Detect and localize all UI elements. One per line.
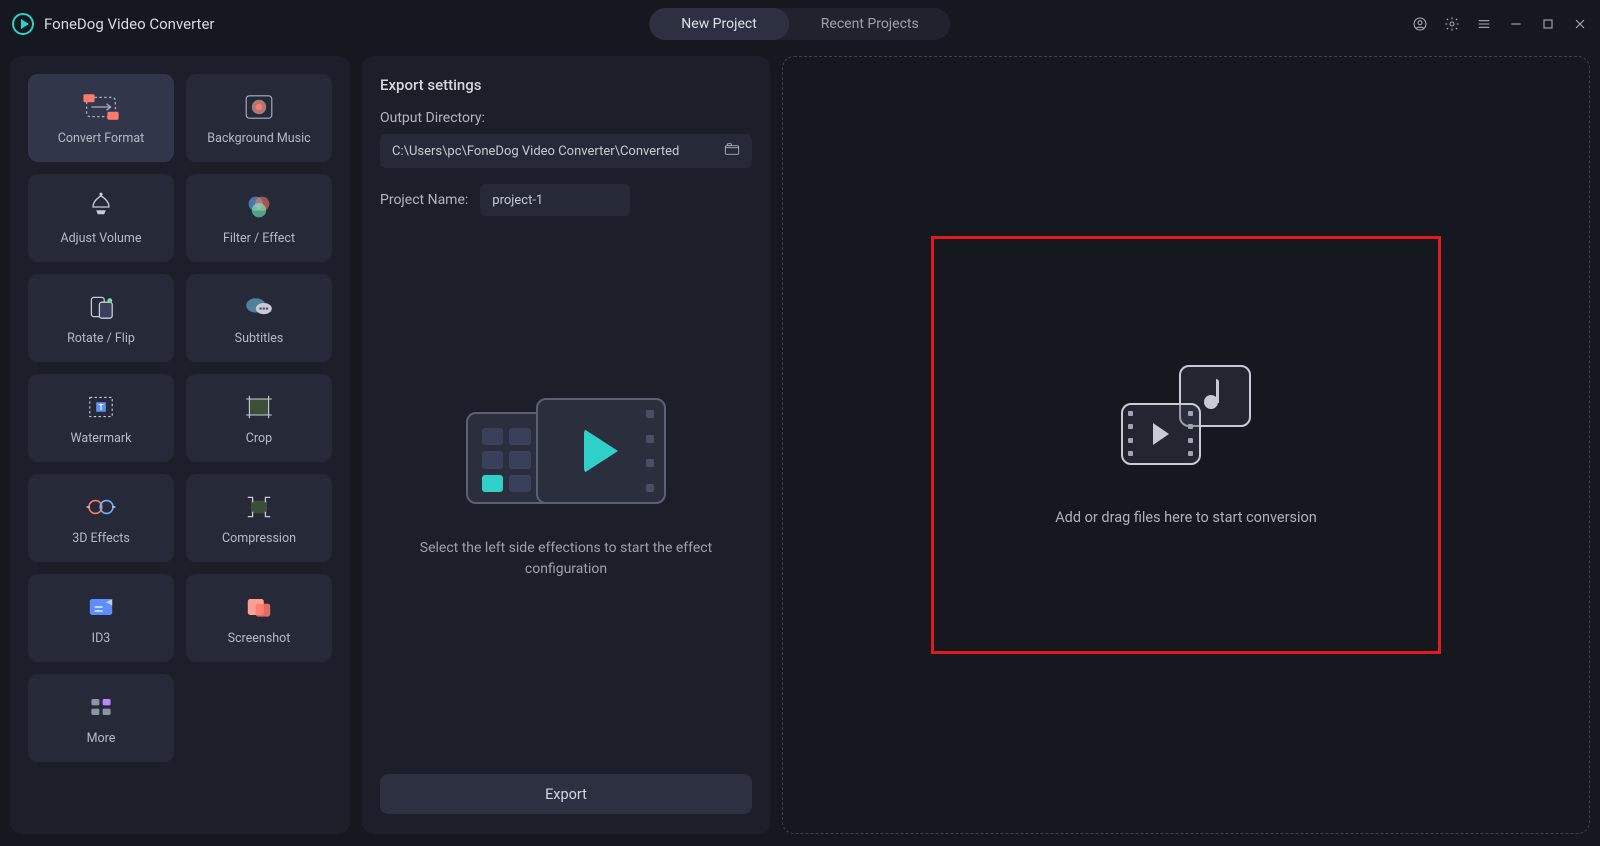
minimize-icon[interactable] (1508, 16, 1524, 32)
main-area: Convert Format Background Music Adjust V… (0, 48, 1600, 846)
filter-effect-icon (239, 191, 279, 223)
3d-effects-icon (81, 491, 121, 523)
convert-format-icon (81, 91, 121, 123)
tab-new-project[interactable]: New Project (649, 8, 789, 40)
tool-filter-effect[interactable]: Filter / Effect (186, 174, 332, 262)
watermark-icon: T (81, 391, 121, 423)
tool-label: Background Music (207, 131, 310, 146)
tool-id3[interactable]: ID3 (28, 574, 174, 662)
id3-icon (81, 591, 121, 623)
dropzone-illustration-icon (1121, 365, 1251, 465)
tool-label: ID3 (92, 631, 111, 646)
tool-adjust-volume[interactable]: Adjust Volume (28, 174, 174, 262)
tool-label: Crop (246, 431, 272, 446)
tool-label: Rotate / Flip (67, 331, 135, 346)
project-name-label: Project Name: (380, 192, 468, 208)
titlebar: FoneDog Video Converter New Project Rece… (0, 0, 1600, 48)
tool-label: 3D Effects (72, 531, 130, 546)
tool-compression[interactable]: Compression (186, 474, 332, 562)
tools-panel: Convert Format Background Music Adjust V… (10, 56, 350, 834)
rotate-flip-icon (81, 291, 121, 323)
preview-area: Select the left side effections to start… (380, 216, 752, 762)
account-icon[interactable] (1412, 16, 1428, 32)
crop-icon (239, 391, 279, 423)
tool-label: Subtitles (235, 331, 284, 346)
tool-watermark[interactable]: T Watermark (28, 374, 174, 462)
app-title: FoneDog Video Converter (44, 15, 214, 33)
screenshot-icon (239, 591, 279, 623)
settings-icon[interactable] (1444, 16, 1460, 32)
project-name-input[interactable] (480, 184, 630, 216)
tool-3d-effects[interactable]: 3D Effects (28, 474, 174, 562)
compression-icon (239, 491, 279, 523)
app-logo-icon (12, 13, 34, 35)
tool-subtitles[interactable]: Subtitles (186, 274, 332, 362)
tool-label: Adjust Volume (60, 231, 141, 246)
tool-convert-format[interactable]: Convert Format (28, 74, 174, 162)
tool-more[interactable]: More (28, 674, 174, 762)
top-tabs: New Project Recent Projects (649, 8, 950, 40)
tool-label: Filter / Effect (223, 231, 295, 246)
tab-recent-projects[interactable]: Recent Projects (789, 8, 951, 40)
subtitles-icon (239, 291, 279, 323)
tool-label: Watermark (71, 431, 132, 446)
dropzone-hint: Add or drag files here to start conversi… (1055, 509, 1317, 526)
export-panel: Export settings Output Directory: C:\Use… (362, 56, 770, 834)
dropzone-panel[interactable]: Add or drag files here to start conversi… (782, 56, 1590, 834)
output-directory-field[interactable]: C:\Users\pc\FoneDog Video Converter\Conv… (380, 134, 752, 168)
tool-rotate-flip[interactable]: Rotate / Flip (28, 274, 174, 362)
tool-label: Compression (222, 531, 296, 546)
browse-folder-icon[interactable] (724, 142, 740, 160)
adjust-volume-icon (81, 191, 121, 223)
tool-label: Screenshot (228, 631, 291, 646)
tool-crop[interactable]: Crop (186, 374, 332, 462)
preview-hint: Select the left side effections to start… (416, 538, 716, 580)
preview-illustration-icon (466, 398, 666, 518)
output-directory-label: Output Directory: (380, 110, 752, 126)
export-button[interactable]: Export (380, 774, 752, 814)
output-directory-value: C:\Users\pc\FoneDog Video Converter\Conv… (392, 144, 679, 159)
tool-label: Convert Format (58, 131, 145, 146)
tool-label: More (87, 731, 116, 746)
more-icon (81, 691, 121, 723)
maximize-icon[interactable] (1540, 16, 1556, 32)
export-heading: Export settings (380, 76, 752, 94)
svg-text:T: T (99, 403, 104, 412)
dropzone-highlight: Add or drag files here to start conversi… (931, 236, 1441, 654)
background-music-icon (239, 91, 279, 123)
tool-background-music[interactable]: Background Music (186, 74, 332, 162)
tool-screenshot[interactable]: Screenshot (186, 574, 332, 662)
close-icon[interactable] (1572, 16, 1588, 32)
menu-icon[interactable] (1476, 16, 1492, 32)
